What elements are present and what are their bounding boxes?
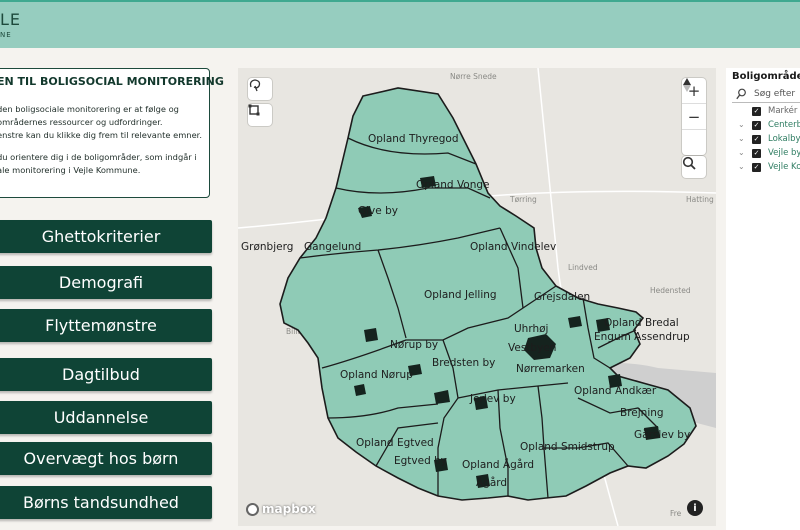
search-map-button[interactable] [682, 156, 706, 178]
legend-item-centerby[interactable]: ⌄ ✓ Centerb [726, 120, 800, 132]
area-label: Ågård [476, 476, 507, 489]
legend-item-select-all[interactable]: ✓ Markér [726, 106, 800, 118]
legend-item-label: Lokalby [768, 134, 800, 144]
mapbox-logo-icon [246, 502, 259, 516]
area-label: Opland Ågård [462, 458, 534, 471]
area-label: Opland Andkær [574, 385, 657, 397]
search-underline [732, 102, 800, 103]
legend-item-vejle-by[interactable]: ⌄ ✓ Vejle by [726, 148, 800, 160]
top-bar: LE NE [0, 0, 800, 48]
area-label: Egtved by [394, 455, 447, 467]
lasso-select-icon[interactable] [248, 78, 272, 100]
zoom-out-button[interactable]: − [682, 104, 706, 130]
nav-button-ghettokriterier[interactable]: Ghettokriterier [0, 220, 212, 253]
intro-card: EN TIL BOLIGSOCIAL MONITORERING den boli… [0, 68, 224, 198]
search-icon [736, 88, 746, 100]
intro-title: EN TIL BOLIGSOCIAL MONITORERING [0, 75, 224, 88]
chevron-down-icon[interactable]: ⌄ [738, 120, 745, 129]
intro-paragraph-2: du orientere dig i de boligområder, som … [0, 152, 197, 175]
area-label: Vestbyen [508, 342, 556, 354]
place-label: Hatting [686, 195, 714, 204]
place-label: Tørring [509, 195, 537, 204]
nav-button-dagtilbud[interactable]: Dagtilbud [0, 358, 212, 391]
legend-title: Boligområde [732, 71, 800, 82]
nav-button-demografi[interactable]: Demografi [0, 266, 212, 299]
compass-button[interactable] [682, 78, 706, 155]
nav-button-tandsundhed[interactable]: Børns tandsundhed [0, 486, 212, 519]
area-label: Opland Jelling [424, 289, 497, 301]
place-label: Fre [670, 509, 682, 518]
area-label: Gangelund [304, 241, 361, 253]
area-label: Opland Egtved [356, 437, 434, 449]
info-icon[interactable]: i [687, 500, 703, 516]
area-label: Nørup by [390, 339, 438, 351]
checkbox[interactable]: ✓ [752, 149, 761, 158]
area-label: Opland Nørup [340, 369, 413, 381]
area-label: Uhrhøj [514, 323, 548, 335]
legend-panel: Boligområde Søg efter ✓ Markér ⌄ ✓ Cente… [726, 68, 800, 530]
legend-item-label: Centerb [768, 120, 800, 130]
checkbox[interactable]: ✓ [752, 121, 761, 130]
place-label: Lindved [568, 263, 598, 272]
nav-button-flyttemonstre[interactable]: Flyttemønstre [0, 309, 212, 342]
legend-item-lokalby[interactable]: ⌄ ✓ Lokalby [726, 134, 800, 146]
area-label: Opland Vindelev [470, 241, 556, 253]
area-label: Give by [358, 205, 398, 217]
nav-button-uddannelse[interactable]: Uddannelse [0, 401, 212, 434]
area-label: Grejsdalen [534, 291, 590, 303]
area-label: Opland Bredal [604, 317, 679, 329]
magnifier-icon [682, 156, 696, 170]
area-label: Opland Vonge [416, 179, 490, 191]
place-label: Hedensted [650, 286, 691, 295]
area-label: Opland Thyregod [368, 133, 459, 145]
area-label: Bredsten by [432, 357, 495, 369]
legend-item-label: Vejle by [768, 148, 800, 158]
legend-item-vejle-kommune[interactable]: ⌄ ✓ Vejle Ko [726, 162, 800, 174]
logo-subtitle: NE [0, 31, 12, 39]
area-label: Gårslev by [634, 428, 690, 441]
area-label: Brejning [620, 407, 664, 419]
map-canvas[interactable]: Nørre Snede Tørring Hatting Lindved Bill… [238, 68, 716, 526]
mapbox-logo-text: mapbox [262, 502, 316, 516]
place-label: Nørre Snede [450, 72, 497, 81]
area-label: Opland Smidstrup [520, 441, 615, 453]
legend-item-label: Vejle Ko [768, 162, 800, 172]
zoom-controls: + − [682, 78, 706, 155]
checkbox[interactable]: ✓ [752, 135, 761, 144]
chevron-down-icon[interactable]: ⌄ [738, 134, 745, 143]
checkbox[interactable]: ✓ [752, 107, 761, 116]
legend-item-label: Markér [768, 106, 798, 116]
checkbox[interactable]: ✓ [752, 163, 761, 172]
chevron-down-icon[interactable]: ⌄ [738, 162, 745, 171]
intro-paragraph-1: den boligsociale monitorering er at følg… [0, 104, 202, 140]
nav-button-overvaegt[interactable]: Overvægt hos børn [0, 442, 212, 475]
legend-search-input[interactable]: Søg efter [754, 89, 795, 99]
area-label: Grønbjerg [241, 241, 293, 253]
rectangle-select-icon[interactable] [248, 104, 272, 126]
logo: LE [0, 10, 22, 29]
area-label: Engum Assendrup [594, 331, 690, 343]
chevron-down-icon[interactable]: ⌄ [738, 148, 745, 157]
area-label: Nørremarken [516, 363, 585, 375]
area-label: Jerlev by [469, 393, 516, 405]
mapbox-logo[interactable]: mapbox [246, 502, 316, 516]
map-view[interactable]: Nørre Snede Tørring Hatting Lindved Bill… [238, 68, 716, 526]
compass-icon [683, 78, 691, 92]
